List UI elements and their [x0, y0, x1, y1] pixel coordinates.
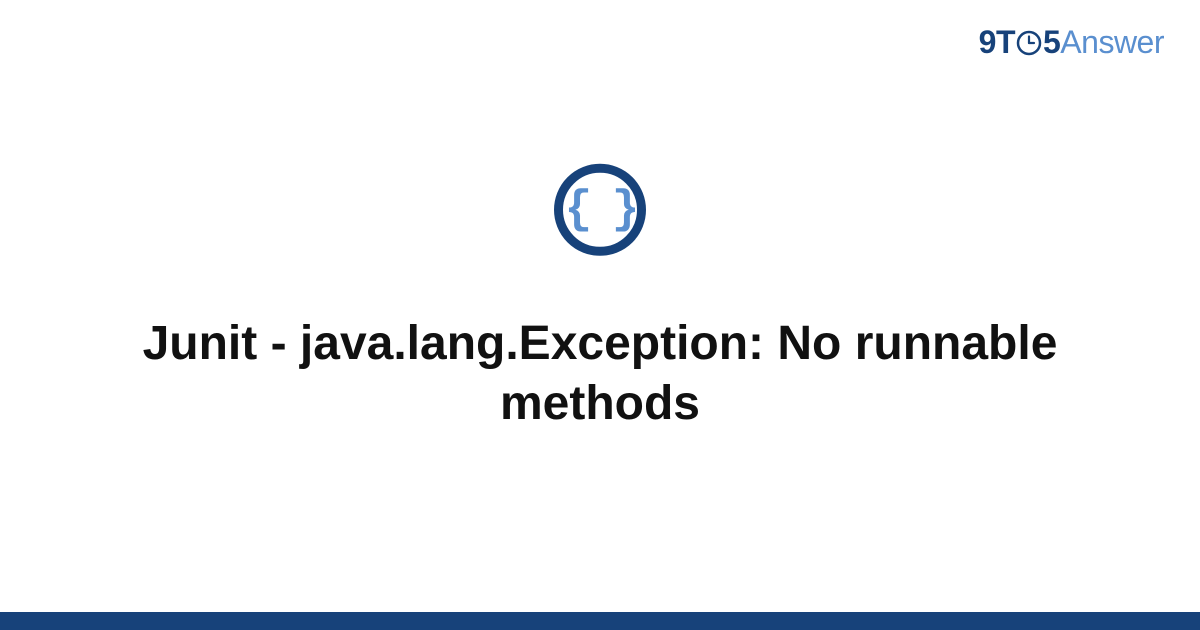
site-logo: 9T 5Answer	[979, 24, 1164, 61]
topic-icon-wrapper: { }	[0, 164, 1200, 256]
clock-icon	[1016, 30, 1042, 56]
logo-text-9t: 9T	[979, 24, 1015, 60]
page-title: Junit - java.lang.Exception: No runnable…	[0, 314, 1200, 434]
bottom-accent-bar	[0, 612, 1200, 630]
code-braces-icon: { }	[554, 164, 646, 256]
logo-text-answer: Answer	[1060, 24, 1164, 60]
main-content: { } Junit - java.lang.Exception: No runn…	[0, 164, 1200, 434]
logo-text-5: 5	[1043, 24, 1060, 60]
braces-glyph: { }	[565, 187, 636, 233]
